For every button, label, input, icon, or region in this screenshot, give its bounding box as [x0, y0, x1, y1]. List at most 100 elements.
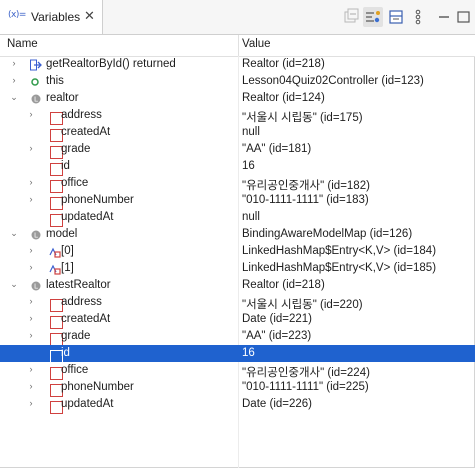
- variable-name: phoneNumber: [61, 381, 134, 393]
- variable-row[interactable]: › getRealtorById() returned Realtor (id=21…: [0, 56, 475, 73]
- variable-row[interactable]: › grade "AA" (id=223): [0, 328, 475, 346]
- svg-text:L: L: [34, 232, 38, 240]
- variable-row[interactable]: id 16: [0, 158, 475, 176]
- variables-view: (x)= Variables ✕ Name Value › getRealtorB…: [0, 0, 475, 468]
- show-type-names-icon[interactable]: [363, 7, 383, 27]
- column-header: Name Value: [0, 35, 475, 57]
- collapse-chevron-icon[interactable]: ⌄: [9, 279, 19, 291]
- variables-icon: (x)=: [8, 10, 26, 20]
- variable-row[interactable]: ⌄ Lrealtor Realtor (id=124): [0, 90, 475, 107]
- minimize-icon[interactable]: [434, 7, 454, 27]
- variable-value: LinkedHashMap$Entry<K,V> (id=185): [242, 262, 437, 274]
- expand-chevron-icon[interactable]: ›: [26, 381, 36, 393]
- expand-chevron-icon[interactable]: ›: [26, 245, 36, 257]
- variables-tree: › getRealtorById() returned Realtor (id=21…: [0, 56, 475, 464]
- variable-row[interactable]: id 16: [0, 345, 475, 363]
- variable-name: updatedAt: [61, 398, 114, 410]
- variable-name: address: [61, 296, 102, 308]
- local-var-icon: L: [30, 280, 41, 291]
- variable-row[interactable]: › address "서울시 시립동" (id=220): [0, 294, 475, 312]
- variable-row[interactable]: ⌄ LlatestRealtor Realtor (id=218): [0, 277, 475, 294]
- collapse-all-icon[interactable]: [341, 7, 361, 27]
- variable-value: "010-1111-1111" (id=225): [242, 381, 369, 393]
- collapse-chevron-icon[interactable]: ⌄: [9, 228, 19, 240]
- variable-value: "AA" (id=181): [242, 143, 312, 155]
- view-tab-bar: (x)= Variables ✕: [0, 0, 475, 35]
- variable-value: "유리공인중개사" (id=182): [242, 180, 370, 192]
- column-divider[interactable]: [238, 35, 239, 56]
- expand-chevron-icon[interactable]: ›: [26, 109, 36, 121]
- variable-name: getRealtorById() returned: [46, 58, 176, 70]
- collapse-chevron-icon[interactable]: ⌄: [9, 92, 19, 104]
- view-menu-icon[interactable]: [408, 7, 428, 27]
- no-expander: [26, 347, 36, 359]
- variable-value: null: [242, 211, 260, 223]
- expand-chevron-icon[interactable]: ›: [26, 330, 36, 342]
- variable-row[interactable]: › grade "AA" (id=181): [0, 141, 475, 159]
- variable-row[interactable]: ⌄ Lmodel BindingAwareModelMap (id=126): [0, 226, 475, 243]
- return-arrow-icon: [30, 59, 42, 71]
- variable-row[interactable]: › office "유리공인중개사" (id=224): [0, 362, 475, 380]
- variable-name: address: [61, 109, 102, 121]
- expand-chevron-icon[interactable]: ›: [9, 58, 19, 70]
- this-dot-icon: [30, 76, 41, 87]
- variable-value: "유리공인중개사" (id=224): [242, 367, 370, 379]
- variable-value: Realtor (id=218): [242, 279, 325, 291]
- variable-row[interactable]: › updatedAt Date (id=226): [0, 396, 475, 414]
- variable-row[interactable]: createdAt null: [0, 124, 475, 142]
- variable-name: this: [46, 75, 64, 87]
- variable-row[interactable]: › address "서울시 시립동" (id=175): [0, 107, 475, 125]
- variable-row[interactable]: › phoneNumber "010-1111-1111" (id=183): [0, 192, 475, 210]
- expand-chevron-icon[interactable]: ›: [26, 143, 36, 155]
- expand-chevron-icon[interactable]: ›: [26, 194, 36, 206]
- variable-row[interactable]: › this Lesson04Quiz02Controller (id=123): [0, 73, 475, 90]
- variable-row[interactable]: › phoneNumber "010-1111-1111" (id=225): [0, 379, 475, 397]
- variable-value: "010-1111-1111" (id=183): [242, 194, 369, 206]
- variable-name: id: [61, 347, 70, 359]
- variable-value: "AA" (id=223): [242, 330, 312, 342]
- variable-value: "서울시 시립동" (id=175): [242, 112, 363, 124]
- variable-name: latestRealtor: [46, 279, 111, 291]
- variable-name: updatedAt: [61, 211, 114, 223]
- close-icon[interactable]: ✕: [84, 8, 95, 24]
- variable-name: [0]: [61, 245, 74, 257]
- variable-name: createdAt: [61, 313, 111, 325]
- maximize-icon[interactable]: [454, 7, 474, 27]
- variable-value: "서울시 시립동" (id=220): [242, 299, 363, 311]
- variable-name: grade: [61, 143, 91, 155]
- expand-chevron-icon[interactable]: ›: [26, 262, 36, 274]
- variable-name: id: [61, 160, 70, 172]
- local-var-icon: L: [30, 229, 41, 240]
- variable-value: null: [242, 126, 260, 138]
- variable-value: Date (id=226): [242, 398, 312, 410]
- variable-name: realtor: [46, 92, 79, 104]
- expand-chevron-icon[interactable]: ›: [26, 296, 36, 308]
- variable-name: phoneNumber: [61, 194, 134, 206]
- empty-row: [0, 447, 475, 464]
- name-column-header[interactable]: Name: [7, 38, 38, 50]
- svg-text:L: L: [34, 283, 38, 291]
- expand-chevron-icon[interactable]: ›: [26, 398, 36, 410]
- empty-row: [0, 430, 475, 447]
- variable-value: Date (id=221): [242, 313, 312, 325]
- svg-text:L: L: [34, 96, 38, 104]
- variable-row[interactable]: › office "유리공인중개사" (id=182): [0, 175, 475, 193]
- layout-icon[interactable]: [386, 7, 406, 27]
- variable-row[interactable]: › [1] LinkedHashMap$Entry<K,V> (id=185): [0, 260, 475, 277]
- expand-chevron-icon[interactable]: ›: [9, 75, 19, 87]
- value-column-header[interactable]: Value: [242, 38, 271, 50]
- expand-chevron-icon[interactable]: ›: [26, 313, 36, 325]
- local-var-icon: L: [30, 93, 41, 104]
- tab-label: Variables: [31, 10, 81, 24]
- map-entry-icon: [47, 263, 61, 275]
- variables-tab[interactable]: (x)= Variables ✕: [0, 0, 103, 34]
- variable-name: [1]: [61, 262, 74, 274]
- variable-row[interactable]: › createdAt Date (id=221): [0, 311, 475, 329]
- variable-row[interactable]: › [0] LinkedHashMap$Entry<K,V> (id=184): [0, 243, 475, 260]
- variable-row[interactable]: updatedAt null: [0, 209, 475, 227]
- expand-chevron-icon[interactable]: ›: [26, 364, 36, 376]
- variable-value: BindingAwareModelMap (id=126): [242, 228, 413, 240]
- expand-chevron-icon[interactable]: ›: [26, 177, 36, 189]
- variable-value: Realtor (id=124): [242, 92, 325, 104]
- variable-name: office: [61, 364, 89, 376]
